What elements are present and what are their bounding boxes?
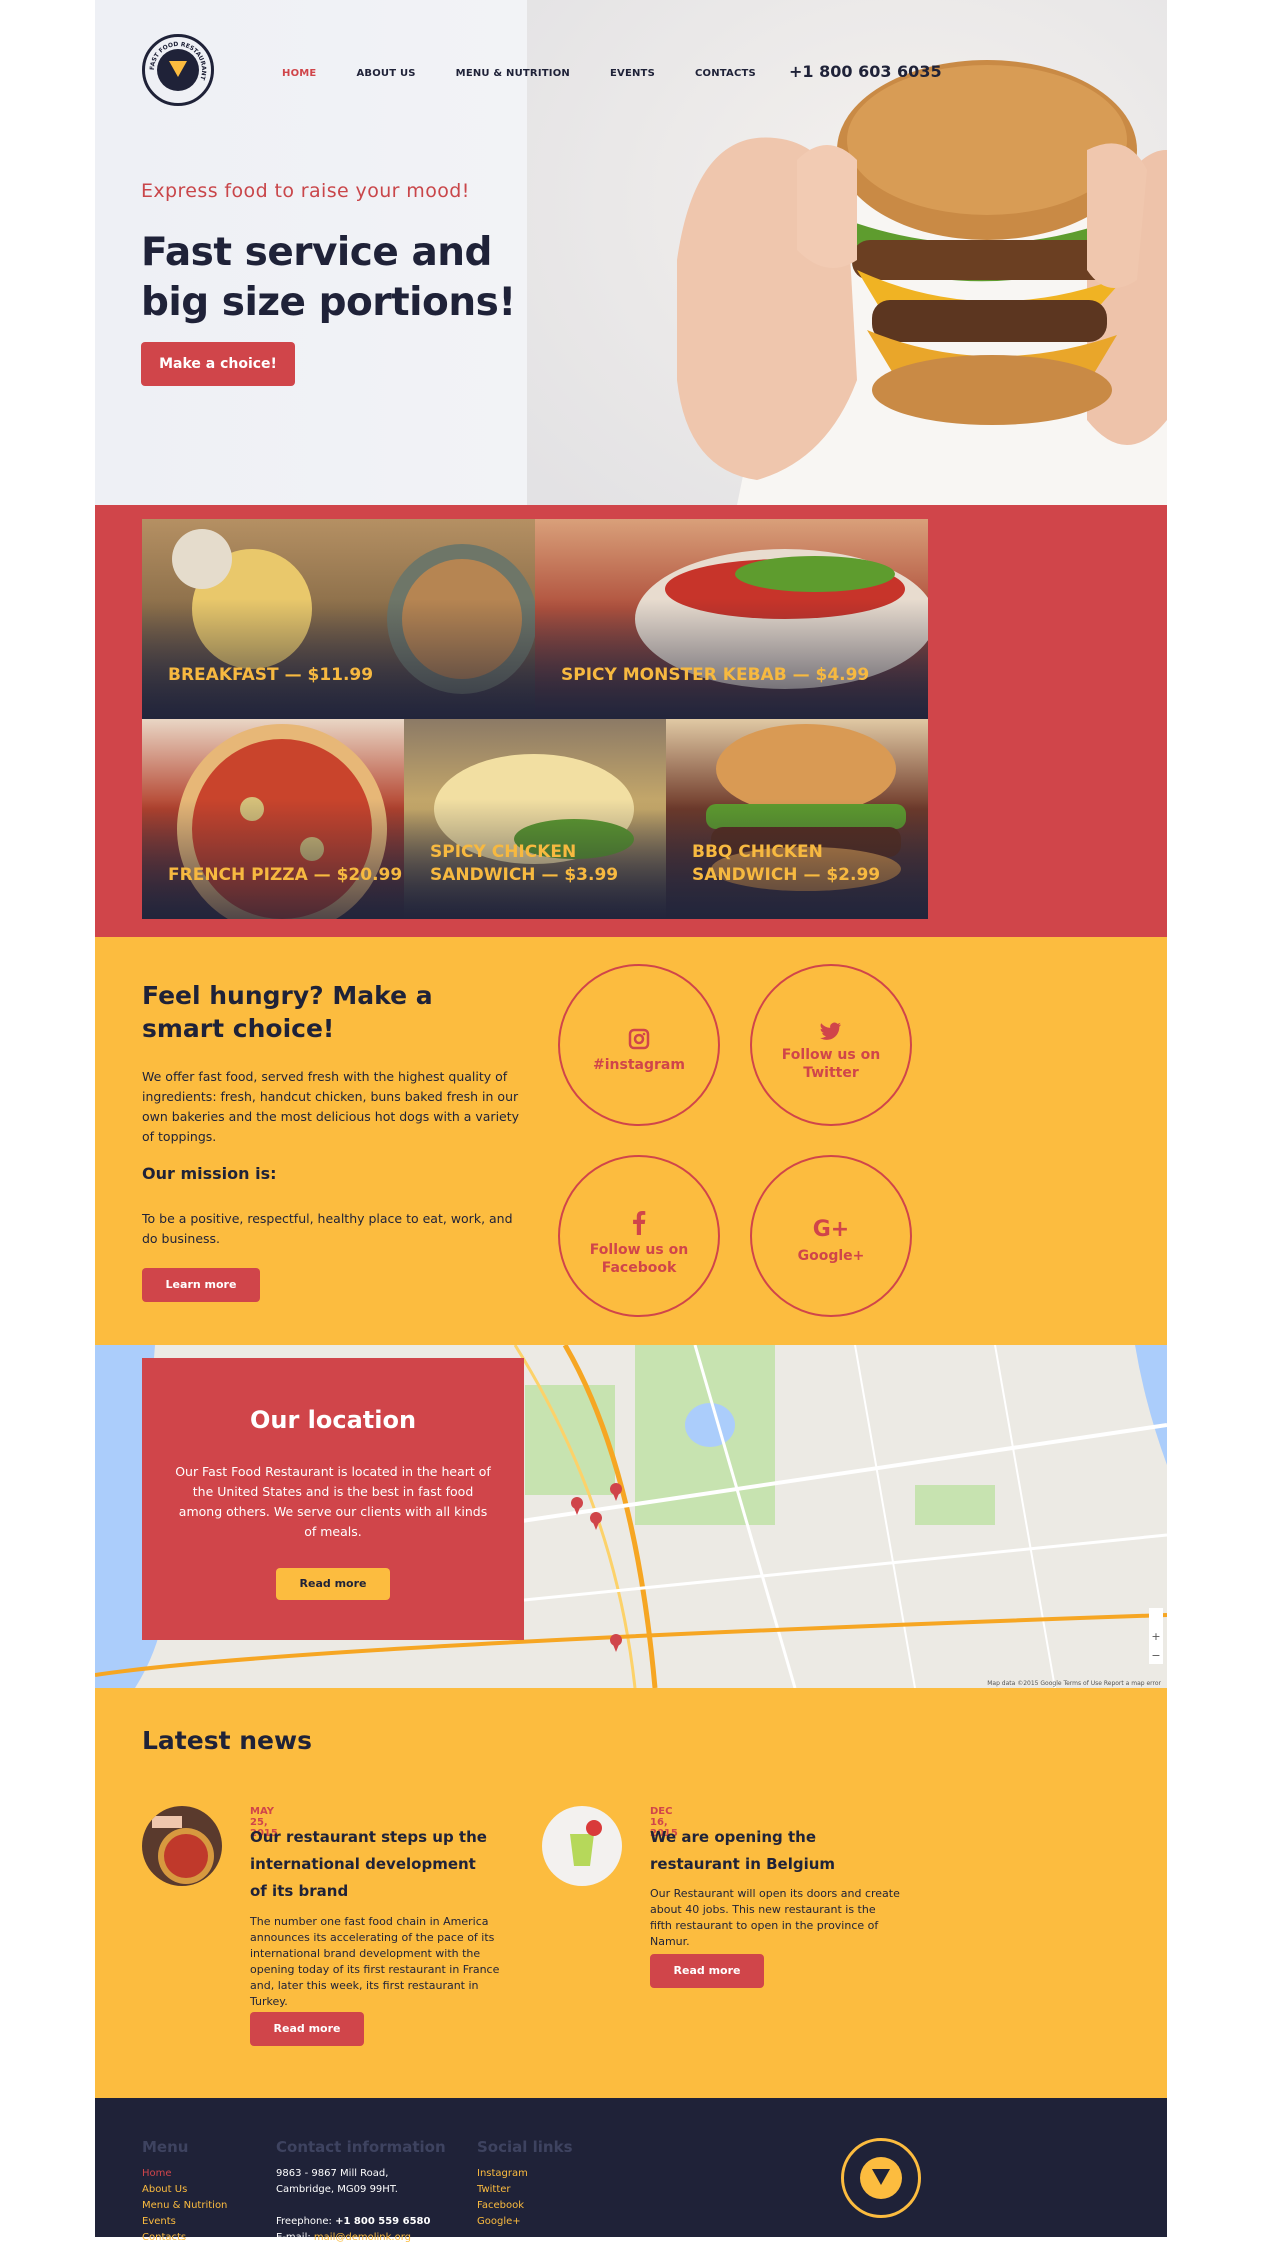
footer-link-events[interactable]: Events [142,2214,227,2230]
map-credit: Map data ©2015 Google Terms of Use Repor… [987,1680,1161,1687]
mission-title: Our mission is: [142,1164,277,1183]
address-line: Cambridge, MG09 99HT. [276,2184,398,2195]
freephone: Freephone: +1 800 559 6580 [276,2216,431,2227]
main-nav: HOME ABOUT US MENU & NUTRITION EVENTS CO… [282,68,756,79]
footer-link-twitter[interactable]: Twitter [477,2182,573,2198]
news-item-text: The number one fast food chain in Americ… [250,1915,500,2008]
menu-tile-label: BBQ CHICKEN SANDWICH — $2.99 [692,842,881,885]
hero-tagline: Express food to raise your mood! [141,180,470,202]
facebook-label: Follow us on Facebook [589,1242,689,1276]
twitter-icon [820,1022,841,1040]
header-phone[interactable]: +1 800 603 6035 [789,62,942,81]
news-title: Latest news [142,1726,312,1755]
footer-menu-title: Menu [142,2138,189,2156]
footer-logo[interactable] [841,2138,921,2218]
footer-contact-title: Contact information [276,2138,446,2156]
menu-tile-spicy-chicken[interactable]: SPICY CHICKEN SANDWICH — $3.99 [404,719,666,919]
instagram-circle[interactable]: #instagram [558,964,720,1126]
about-title: Feel hungry? Make a smart choice! [142,981,433,1043]
instagram-icon [628,1028,650,1050]
twitter-label: Follow us on Twitter [781,1047,881,1081]
footer-link-contacts[interactable]: Contacts [142,2230,227,2246]
about-section: Feel hungry? Make a smart choice! We off… [95,937,1167,1345]
pizza-icon [157,49,199,91]
location-text: Our Fast Food Restaurant is located in t… [175,1464,491,1539]
email-link[interactable]: mail@demolink.org [314,2232,411,2243]
footer-link-menu[interactable]: Menu & Nutrition [142,2198,227,2214]
menu-tile-bbq-chicken[interactable]: BBQ CHICKEN SANDWICH — $2.99 [666,719,928,919]
footer-link-facebook[interactable]: Facebook [477,2198,573,2214]
footer-link-about[interactable]: About Us [142,2182,227,2198]
news-item-title[interactable]: We are opening the restaurant in Belgium [650,1824,890,1878]
google-plus-circle[interactable]: G+ Google+ [750,1155,912,1317]
twitter-circle[interactable]: Follow us on Twitter [750,964,912,1126]
nav-home[interactable]: HOME [282,68,316,79]
pizza-icon [860,2157,902,2199]
nav-about-us[interactable]: ABOUT US [356,68,415,79]
about-text: We offer fast food, served fresh with th… [142,1069,520,1144]
page: FAST FOOD RESTAURANT HOME ABOUT US MENU … [95,0,1167,2243]
mission-text: To be a positive, respectful, healthy pl… [142,1211,513,1246]
news-thumb-image[interactable] [542,1806,622,1886]
news-thumb-image[interactable] [142,1806,222,1886]
menu-tile-pizza[interactable]: FRENCH PIZZA — $20.99 [142,719,404,919]
address-line: 9863 - 9867 Mill Road, [276,2168,389,2179]
news-read-more-button[interactable]: Read more [650,1954,764,1988]
svg-text:+: + [1151,1630,1160,1643]
footer: Menu Home About Us Menu & Nutrition Even… [95,2098,1167,2243]
nav-contacts[interactable]: CONTACTS [695,68,756,79]
email: E-mail: mail@demolink.org [276,2232,411,2243]
news-read-more-button[interactable]: Read more [250,2012,364,2046]
footer-social-title: Social links [477,2138,573,2156]
facebook-circle[interactable]: Follow us on Facebook [558,1155,720,1317]
make-choice-button[interactable]: Make a choice! [141,342,295,386]
news-item-title[interactable]: Our restaurant steps up the internationa… [250,1824,490,1905]
footer-menu: Menu Home About Us Menu & Nutrition Even… [142,2138,227,2246]
news-section: Latest news MAY 25, 2015 Our restaurant … [95,1688,1167,2098]
location-card: Our location Our Fast Food Restaurant is… [142,1358,524,1640]
google-plus-icon: G+ [812,1217,850,1242]
menu-tile-kebab[interactable]: SPICY MONSTER KEBAB — $4.99 [535,519,928,719]
google-plus-label: Google+ [797,1248,865,1264]
footer-social: Social links Instagram Twitter Facebook … [477,2138,573,2230]
footer-link-instagram[interactable]: Instagram [477,2166,573,2182]
svg-text:−: − [1151,1649,1160,1662]
menu-tile-label: FRENCH PIZZA — $20.99 [168,865,403,885]
nav-events[interactable]: EVENTS [610,68,655,79]
menu-tile-breakfast[interactable]: BREAKFAST — $11.99 [142,519,535,719]
footer-link-home[interactable]: Home [142,2166,227,2182]
footer-link-google-plus[interactable]: Google+ [477,2214,573,2230]
footer-contact: Contact information 9863 - 9867 Mill Roa… [276,2138,446,2246]
location-read-more-button[interactable]: Read more [276,1568,390,1600]
menu-tile-label: SPICY CHICKEN SANDWICH — $3.99 [430,842,619,885]
facebook-icon [633,1211,646,1235]
menu-tiles-section: BREAKFAST — $11.99 SPICY MONSTER KEBAB —… [95,505,1167,937]
learn-more-button[interactable]: Learn more [142,1268,260,1302]
instagram-label: #instagram [593,1057,685,1073]
menu-tile-label: SPICY MONSTER KEBAB — $4.99 [561,665,870,685]
location-title: Our location [249,1406,417,1434]
news-item-text: Our Restaurant will open its doors and c… [650,1887,900,1948]
nav-menu-nutrition[interactable]: MENU & NUTRITION [456,68,570,79]
location-section: + − Map data ©2015 Google Terms of Use R… [95,1345,1167,1688]
hero-headline: Fast service and big size portions! [141,230,516,325]
hero-section: FAST FOOD RESTAURANT HOME ABOUT US MENU … [95,0,1167,505]
site-logo[interactable]: FAST FOOD RESTAURANT [142,34,214,106]
menu-tile-label: BREAKFAST — $11.99 [168,665,374,685]
